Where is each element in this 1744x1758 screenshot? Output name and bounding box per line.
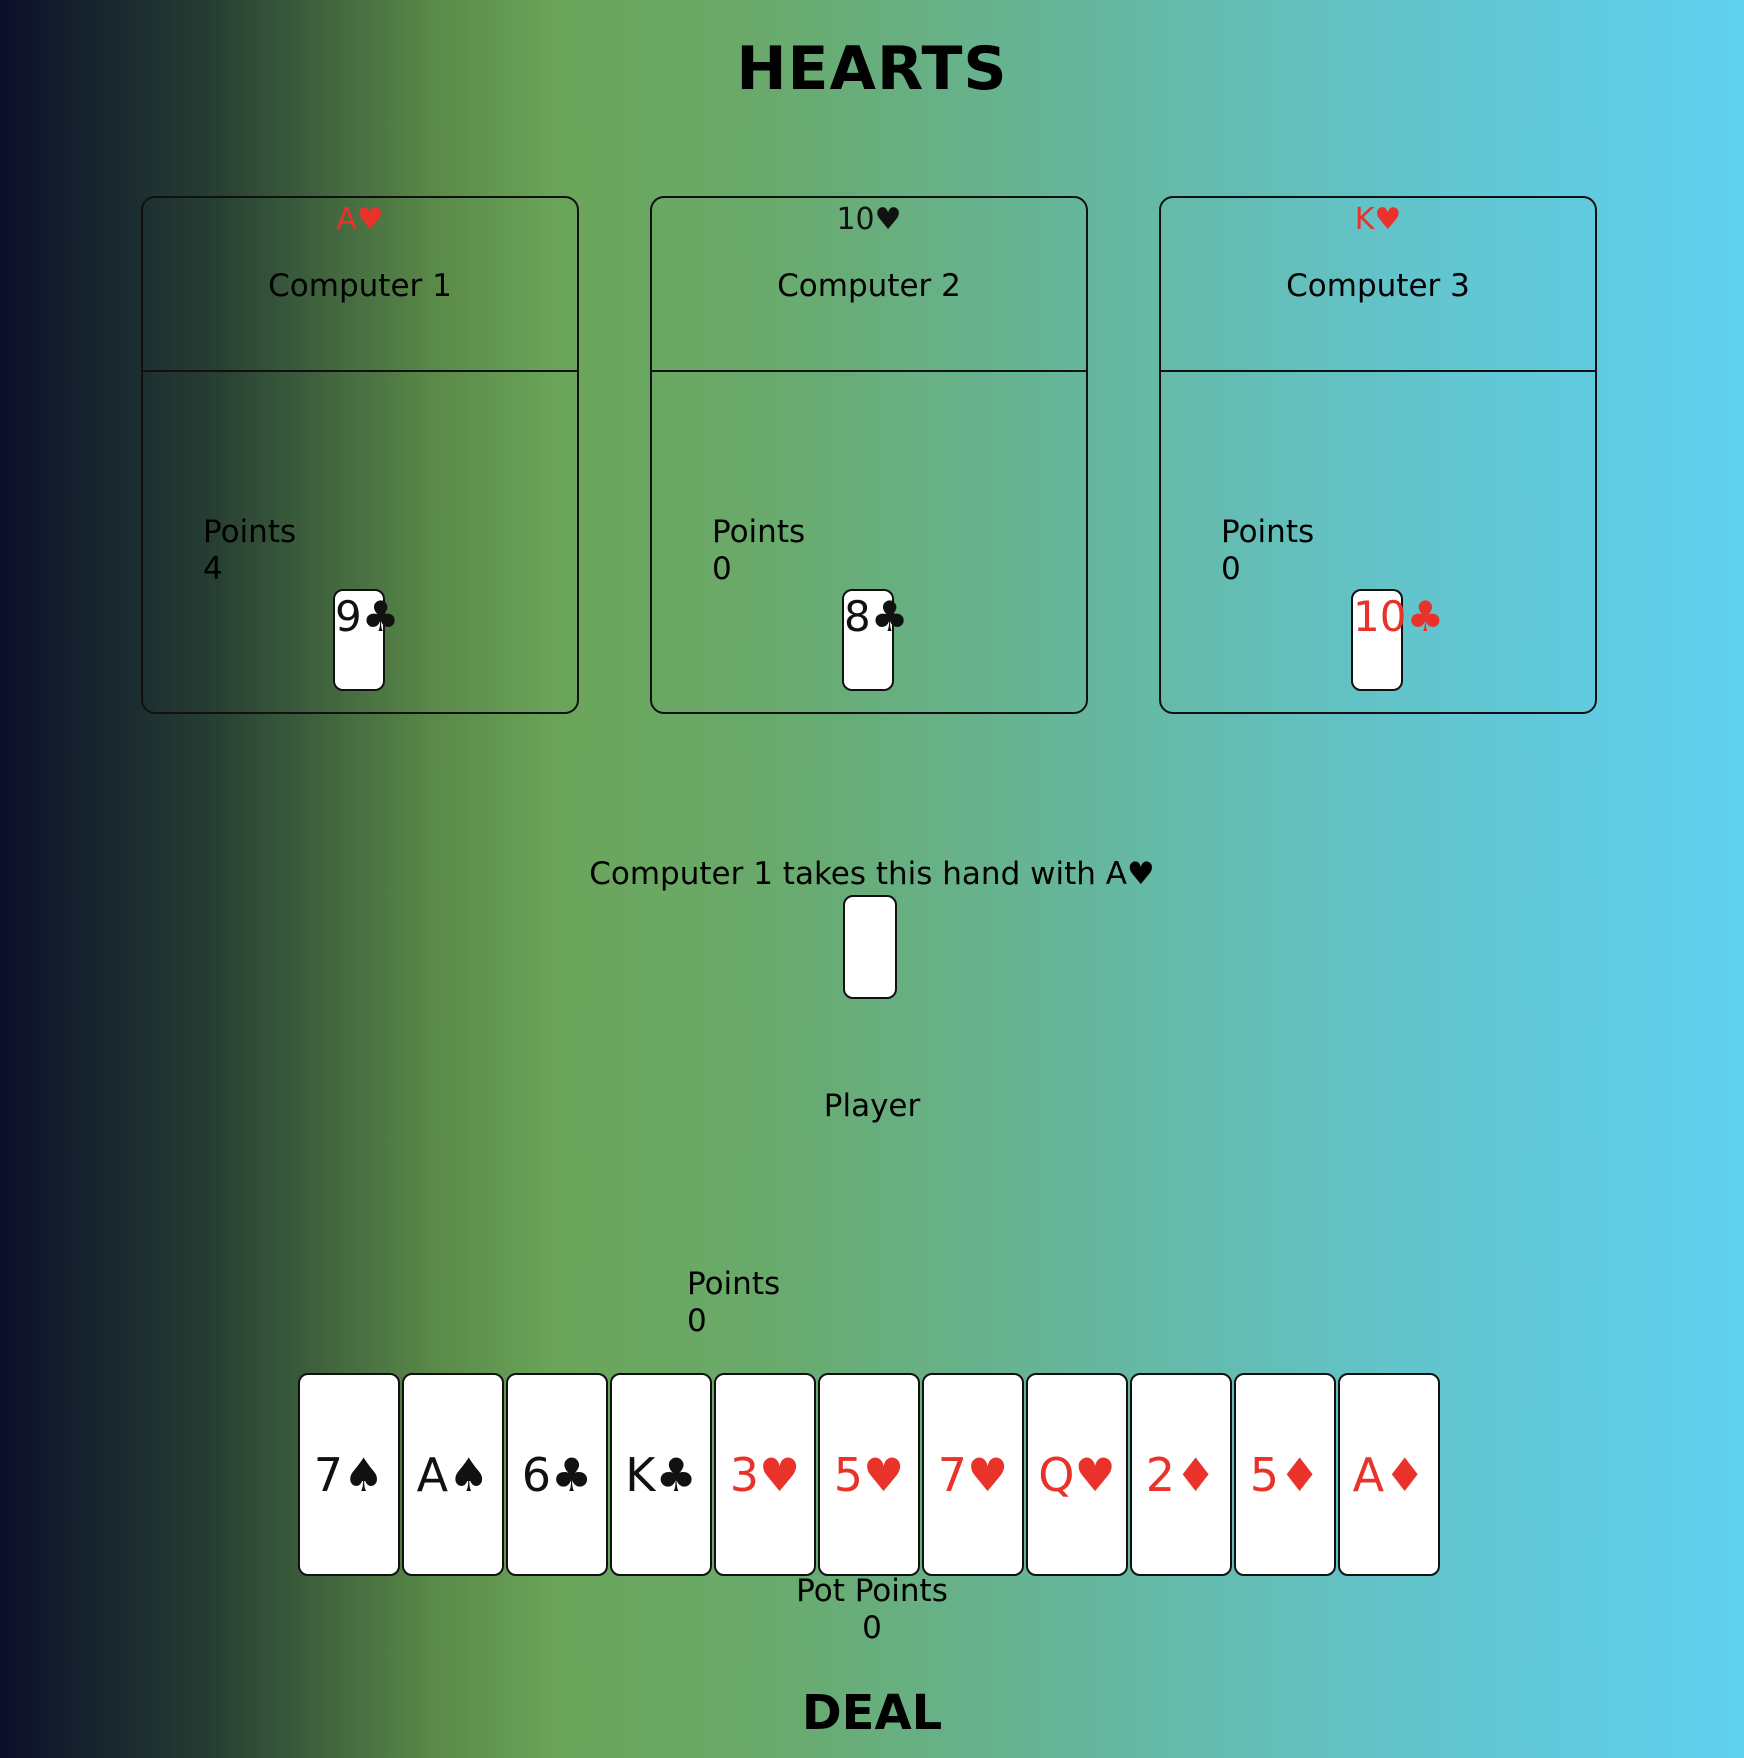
computer-3-card: 10♣ xyxy=(1351,589,1444,691)
computer-1-card: 9♣ xyxy=(333,589,399,691)
computer-3-points-label: Points xyxy=(1221,514,1315,550)
hand-card[interactable]: A♠ xyxy=(402,1373,504,1576)
computer-3-panel: K♥ Computer 3 Points 0 10♣ xyxy=(1159,196,1597,714)
player-played-card-slot xyxy=(843,895,897,999)
pot-points-value: 0 xyxy=(862,1610,882,1646)
player-points-value: 0 xyxy=(687,1303,707,1339)
hand-card[interactable]: 7♥ xyxy=(922,1373,1024,1576)
hand-card[interactable]: K♣ xyxy=(610,1373,712,1576)
hand-card[interactable]: 5♥ xyxy=(818,1373,920,1576)
hand-card[interactable]: A♦ xyxy=(1338,1373,1440,1576)
hand-card[interactable]: 3♥ xyxy=(714,1373,816,1576)
computer-1-card-label: 9♣ xyxy=(335,592,400,641)
computer-3-card-label: 10♣ xyxy=(1353,592,1445,641)
computer-3-header: K♥ Computer 3 xyxy=(1161,198,1595,372)
computer-2-card: 8♣ xyxy=(842,589,908,691)
computer-1-points-value: 4 xyxy=(203,551,223,587)
hand-card[interactable]: 2♦ xyxy=(1130,1373,1232,1576)
hand-card[interactable]: 5♦ xyxy=(1234,1373,1336,1576)
computer-3-name: Computer 3 xyxy=(1286,268,1470,304)
computer-1-panel: A♥ Computer 1 Points 4 9♣ xyxy=(141,196,579,714)
computer-1-points-label: Points xyxy=(203,514,297,550)
pot-points-label: Pot Points xyxy=(796,1573,948,1609)
player-label: Player xyxy=(823,1088,921,1124)
trick-message: Computer 1 takes this hand with A♥ xyxy=(589,856,1155,892)
computer-1-name: Computer 1 xyxy=(268,268,452,304)
computer-2-points-label: Points xyxy=(712,514,806,550)
computer-2-points-value: 0 xyxy=(712,551,732,587)
deal-button-row: DEAL xyxy=(0,1685,1744,1741)
computer-3-points: Points 0 xyxy=(1221,514,1314,588)
computer-1-played-card: A♥ xyxy=(336,202,384,237)
player-points: Points 0 xyxy=(687,1266,780,1340)
deal-button[interactable]: DEAL xyxy=(802,1685,942,1741)
player-points-label: Points xyxy=(687,1266,781,1302)
computer-1-header: A♥ Computer 1 xyxy=(143,198,577,372)
game-title: HEARTS xyxy=(736,34,1008,104)
computer-2-card-label: 8♣ xyxy=(844,592,909,641)
hand-card[interactable]: 7♠ xyxy=(298,1373,400,1576)
hand-card[interactable]: Q♥ xyxy=(1026,1373,1128,1576)
computer-3-played-card: K♥ xyxy=(1354,202,1402,237)
hand-card[interactable]: 6♣ xyxy=(506,1373,608,1576)
pot-points: Pot Points 0 xyxy=(0,1573,1744,1647)
player-hand: 7♠ A♠ 6♣ K♣ 3♥ 5♥ 7♥ Q♥ 2♦ 5♦ A♦ xyxy=(298,1373,1440,1576)
computer-1-points: Points 4 xyxy=(203,514,296,588)
computer-2-panel: 10♥ Computer 2 Points 0 8♣ xyxy=(650,196,1088,714)
computer-2-name: Computer 2 xyxy=(777,268,961,304)
computer-2-points: Points 0 xyxy=(712,514,805,588)
computer-2-played-card: 10♥ xyxy=(836,202,902,237)
computer-3-points-value: 0 xyxy=(1221,551,1241,587)
computer-2-header: 10♥ Computer 2 xyxy=(652,198,1086,372)
